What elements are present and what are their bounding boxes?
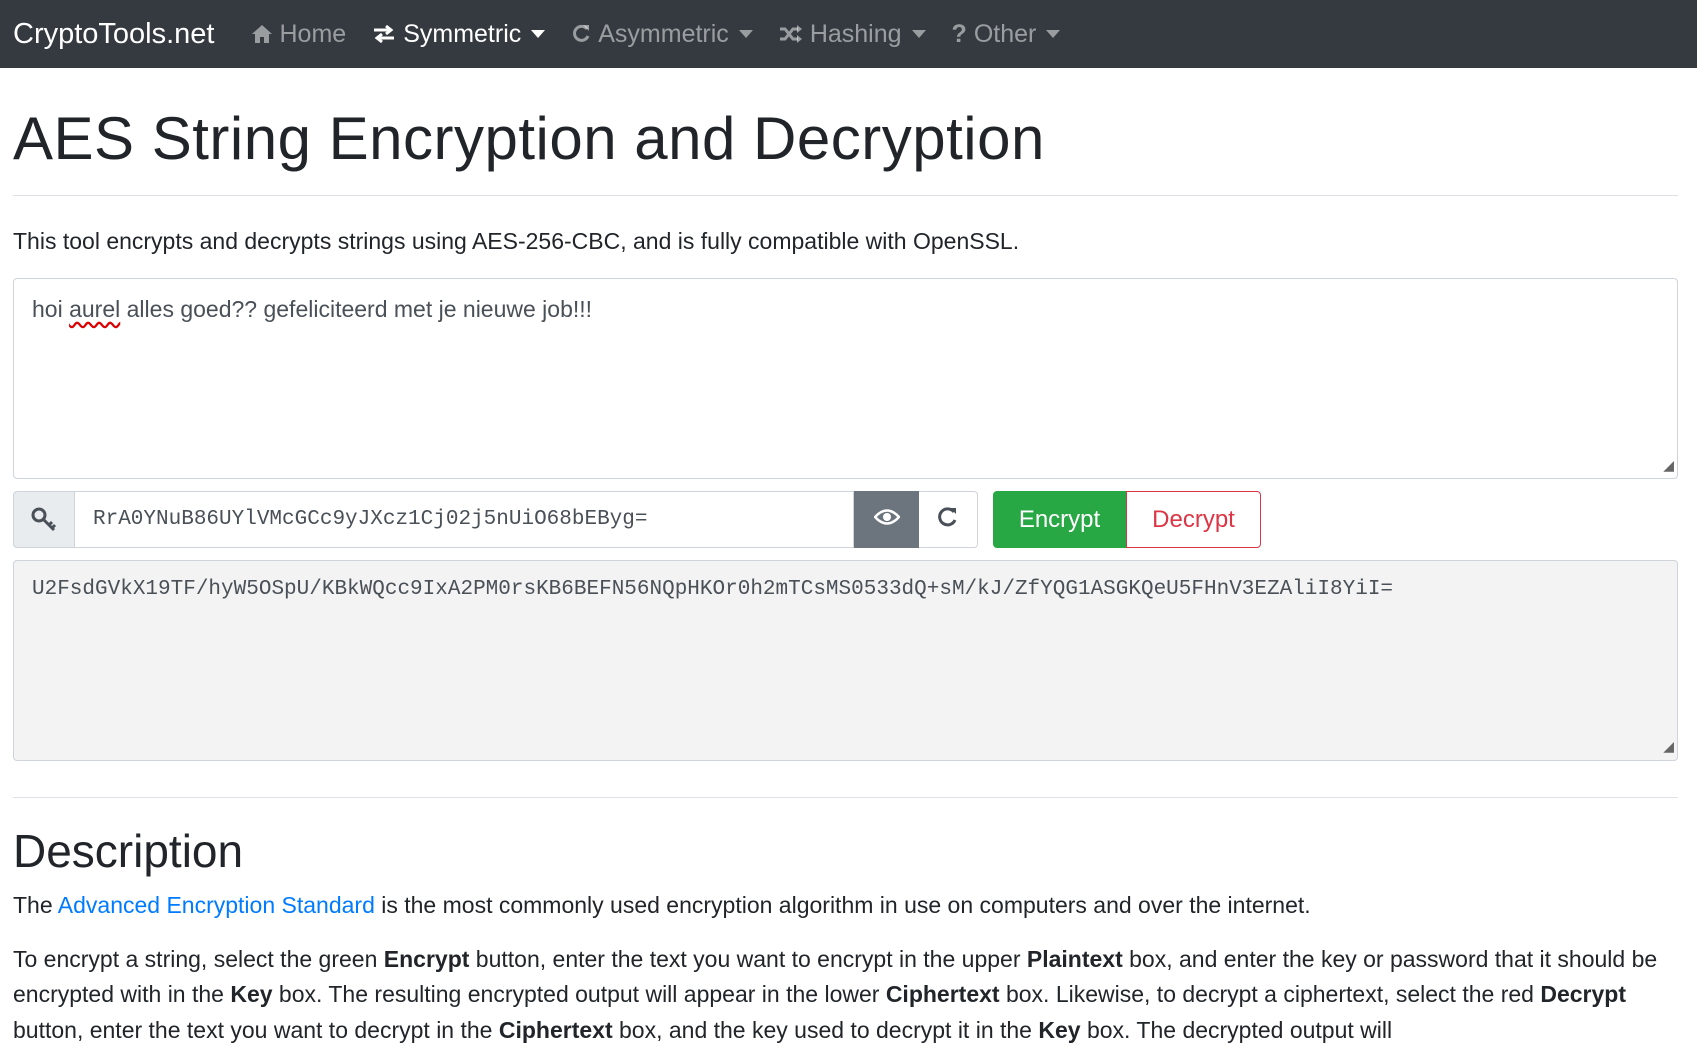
text-span: button, enter the text you want to encry… (469, 945, 1027, 972)
question-icon: ? (951, 19, 967, 48)
bold-term: Encrypt (383, 945, 470, 972)
resize-handle-icon[interactable]: ◢ (1663, 738, 1674, 758)
top-navbar: CryptoTools.net Home Symmetric Asymmetri… (0, 0, 1697, 68)
home-icon (251, 24, 273, 44)
plaintext-part: alles goed?? gefeliciteerd met je nieuwe… (120, 296, 593, 322)
nav-home-label: Home (279, 19, 347, 48)
nav-hashing-dropdown[interactable]: Hashing (779, 20, 926, 49)
refresh-icon (937, 506, 959, 533)
description-paragraph-1: The Advanced Encryption Standard is the … (13, 888, 1678, 924)
misspelled-word: aurel (69, 296, 121, 322)
text-span: To encrypt a string, select the green (13, 945, 384, 972)
text-span: button, enter the text you want to decry… (13, 1016, 499, 1043)
nav-other-dropdown[interactable]: ? Other (952, 20, 1061, 49)
chevron-down-icon (911, 30, 926, 38)
ciphertext-textarea[interactable]: U2FsdGVkX19TF/hyW5OSpU/KBkWQcc9IxA2PM0rs… (13, 560, 1678, 761)
arrows-exchange-icon (372, 24, 396, 44)
resize-handle-icon[interactable]: ◢ (1663, 456, 1674, 476)
bold-term: Key (1038, 1016, 1081, 1043)
key-input[interactable] (74, 491, 854, 548)
description-paragraph-2: To encrypt a string, select the green En… (13, 942, 1678, 1049)
text-span: box. Likewise, to decrypt a ciphertext, … (999, 981, 1541, 1008)
mode-toggle-group: Encrypt Decrypt (993, 491, 1261, 548)
bold-term: Decrypt (1540, 981, 1626, 1008)
shuffle-icon (779, 24, 803, 44)
aes-wiki-link[interactable]: Advanced Encryption Standard (58, 892, 375, 918)
main-content: AES String Encryption and Decryption Thi… (0, 104, 1697, 1049)
nav-symmetric-label: Symmetric (403, 19, 522, 48)
bold-term: Ciphertext (885, 981, 1000, 1008)
nav-symmetric-dropdown[interactable]: Symmetric (372, 19, 546, 49)
nav-asymmetric-dropdown[interactable]: Asymmetric (571, 20, 753, 49)
nav-other-label: Other (973, 19, 1037, 48)
text-span: box. The decrypted output will (1080, 1016, 1393, 1043)
key-input-group (13, 491, 978, 548)
bold-term: Ciphertext (498, 1016, 613, 1043)
text-span: box. The resulting encrypted output will… (272, 981, 886, 1008)
bold-term: Plaintext (1026, 945, 1123, 972)
plaintext-part: hoi (32, 296, 70, 322)
bold-term: Key (230, 981, 273, 1008)
plaintext-box[interactable]: hoi aurel alles goed?? gefeliciteerd met… (13, 278, 1678, 479)
decrypt-button[interactable]: Decrypt (1126, 491, 1261, 548)
chevron-down-icon (738, 30, 753, 38)
key-icon (13, 491, 74, 548)
text-span: box, and the key used to decrypt it in t… (612, 1016, 1039, 1043)
key-controls-row: Encrypt Decrypt (13, 491, 1678, 548)
nav-hashing-label: Hashing (809, 19, 902, 48)
nav-home[interactable]: Home (251, 19, 347, 49)
generate-key-button[interactable] (919, 491, 978, 548)
chevron-down-icon (1046, 30, 1061, 38)
description-heading: Description (13, 825, 244, 877)
nav-asymmetric-label: Asymmetric (598, 19, 729, 48)
brand-logo-link[interactable]: CryptoTools.net (13, 18, 215, 51)
eye-icon (872, 508, 901, 531)
chevron-down-icon (531, 30, 546, 38)
refresh-icon (571, 24, 591, 44)
section-divider (13, 797, 1678, 798)
page-title: AES String Encryption and Decryption (13, 104, 1678, 196)
plaintext-textarea[interactable]: hoi aurel alles goed?? gefeliciteerd met… (13, 278, 1678, 479)
show-key-button[interactable] (854, 491, 919, 548)
page-intro: This tool encrypts and decrypts strings … (13, 228, 1020, 254)
ciphertext-value: U2FsdGVkX19TF/hyW5OSpU/KBkWQcc9IxA2PM0rs… (32, 578, 1394, 601)
text-span: The (13, 892, 58, 918)
text-span: is the most commonly used encryption alg… (374, 892, 1311, 918)
encrypt-button[interactable]: Encrypt (993, 491, 1126, 548)
